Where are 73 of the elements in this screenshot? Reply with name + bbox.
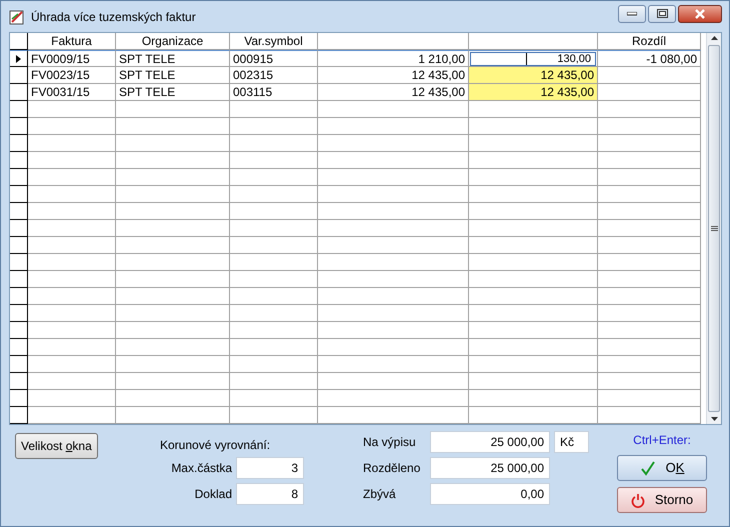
table-cell: 12 435,00 [318,67,469,84]
table-cell: FV0031/15 [28,84,116,101]
table-cell: 002315 [230,67,318,84]
field-label: Rozděleno [363,460,422,477]
table-cell: 003115 [230,84,318,101]
close-button[interactable] [678,4,722,22]
row-header[interactable] [10,152,28,169]
table-cell: 1 210,00 [318,50,469,67]
input-field[interactable]: 25 000,00 [430,457,550,479]
table-cell: FV0009/15 [28,50,116,67]
table-cell: 000915 [230,50,318,67]
minimize-icon [627,12,637,16]
row-header[interactable] [10,50,28,67]
input-field[interactable]: 25 000,00 [430,431,550,453]
row-header[interactable] [10,237,28,254]
column-header[interactable]: Faktura [28,33,116,50]
row-header[interactable] [10,339,28,356]
row-header[interactable] [10,407,28,424]
minimize-button[interactable] [618,4,646,22]
checkmark-icon [640,460,656,476]
maximize-icon [656,9,668,18]
section-label: Korunové vyrovnání: [159,437,272,453]
row-header[interactable] [10,254,28,271]
shortcut-hint: Ctrl+Enter: [633,432,691,449]
row-header[interactable] [10,67,28,84]
close-icon [694,8,706,18]
row-header[interactable] [10,373,28,390]
currency-field[interactable]: Kč [554,431,589,453]
window-title: Úhrada více tuzemských faktur [31,8,196,26]
table-cell: SPT TELE [116,84,230,101]
input-field[interactable]: 3 [236,457,304,479]
row-header[interactable] [10,118,28,135]
scroll-thumb[interactable] [708,45,720,412]
row-header[interactable] [10,84,28,101]
row-header[interactable] [10,390,28,407]
input-field[interactable]: 0,00 [430,483,550,505]
column-header[interactable]: Rozdíl [598,33,701,50]
power-icon [630,492,645,508]
column-header[interactable] [469,33,598,50]
field-label: Na výpisu [363,434,417,451]
maximize-button[interactable] [648,4,676,22]
cancel-button[interactable]: Storno [617,487,707,513]
row-pointer-icon [16,54,21,62]
table-cell: -1 080,00 [598,50,701,67]
row-header[interactable] [10,271,28,288]
row-header[interactable] [10,220,28,237]
table-cell: FV0023/15 [28,67,116,84]
row-header[interactable] [10,356,28,373]
row-header[interactable] [10,169,28,186]
row-header[interactable] [10,203,28,220]
table-cell: SPT TELE [116,67,230,84]
row-header[interactable] [10,186,28,203]
field-label: Zbývá [363,486,397,503]
amount-input[interactable]: 130,00 [470,52,596,66]
field-label: Max.částka [170,460,232,477]
column-header[interactable]: Organizace [116,33,230,50]
vertical-scrollbar[interactable] [706,33,721,424]
table-cell: 12 435,00 [469,84,598,101]
table-cell: SPT TELE [116,50,230,67]
row-header[interactable] [10,135,28,152]
field-label: Doklad [194,486,232,503]
column-header[interactable] [318,33,469,50]
input-field[interactable]: 8 [236,483,304,505]
row-header[interactable] [10,322,28,339]
app-icon [9,8,25,24]
table-cell: 12 435,00 [318,84,469,101]
window-size-button[interactable]: Velikost okna [15,433,98,459]
row-header[interactable] [10,101,28,118]
table-cell: 12 435,00 [469,67,598,84]
row-header[interactable] [10,305,28,322]
ok-button[interactable]: OK [617,455,707,481]
column-header[interactable]: Var.symbol [230,33,318,50]
row-header[interactable] [10,288,28,305]
